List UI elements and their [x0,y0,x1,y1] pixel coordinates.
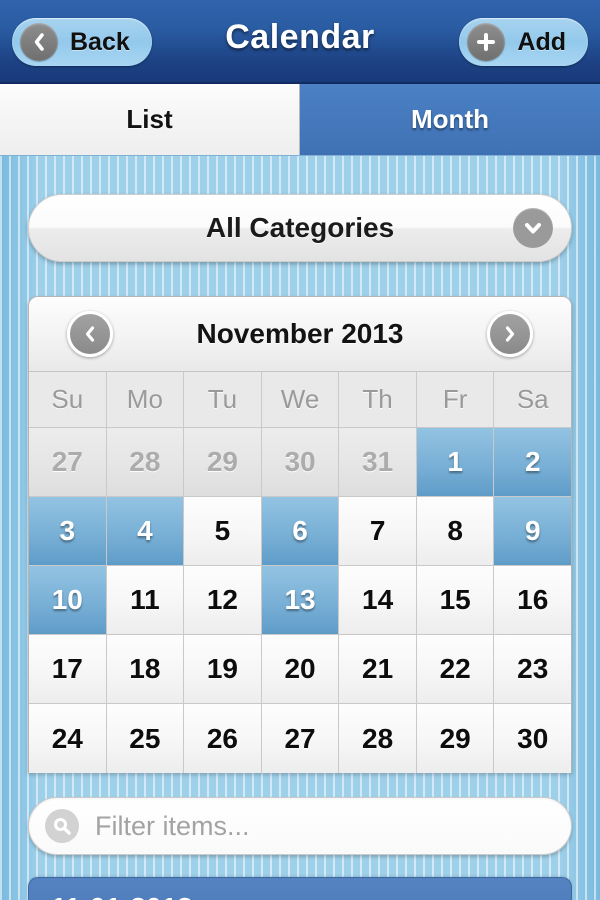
title-bar: Back Calendar Add [0,0,600,84]
calendar-day-cell[interactable]: 20 [261,635,340,704]
calendar-week-row: 27 28 29 30 31 1 2 [29,428,571,497]
tab-month-label: Month [411,104,489,134]
calendar-day-cell[interactable]: 26 [184,704,262,773]
calendar-day-cell[interactable]: 6 [261,497,340,566]
calendar-month-header: November 2013 [29,297,571,372]
calendar-day-cell[interactable]: 24 [29,704,107,773]
calendar-day-cell[interactable]: 13 [261,566,340,635]
calendar-day-cell[interactable]: 14 [339,566,417,635]
add-button-label: Add [517,27,566,56]
filter-input-placeholder: Filter items... [95,810,250,841]
calendar-day-cell[interactable]: 30 [494,704,571,773]
weekday-su: Su [29,372,107,428]
calendar-day-cell[interactable]: 27 [261,704,340,773]
calendar-week-row: 3456789 [29,497,571,566]
weekday-mo: Mo [106,372,185,428]
calendar-day-cell[interactable]: 30 [261,428,340,497]
calendar-month-label: November 2013 [196,318,404,349]
add-button[interactable]: Add [459,18,588,66]
calendar-day-cell[interactable]: 28 [106,428,185,497]
weekday-fr: Fr [416,372,495,428]
tab-month[interactable]: Month [300,84,600,155]
calendar-day-cell[interactable]: 5 [184,497,262,566]
weekday-header-row: Su Mo Tu We Th Fr Sa [29,372,571,428]
calendar-week-row: 24 25 26 27 28 29 30 [29,704,571,773]
calendar-day-cell[interactable]: 2 [494,428,571,497]
list-section-date: 11-01-2013 [51,892,193,900]
calendar-day-cell[interactable]: 12 [184,566,262,635]
tab-list-label: List [126,104,173,134]
list-section-header[interactable]: 11-01-2013 [28,877,572,900]
weekday-tu: Tu [184,372,262,428]
calendar-day-cell[interactable]: 8 [416,497,495,566]
calendar-day-cell[interactable]: 17 [29,635,107,704]
prev-month-button[interactable] [67,311,113,357]
tab-list[interactable]: List [0,84,300,155]
calendar-day-cell[interactable]: 22 [416,635,495,704]
calendar-day-cell[interactable]: 23 [494,635,571,704]
calendar-day-cell[interactable]: 21 [339,635,417,704]
calendar-day-cell[interactable]: 29 [184,428,262,497]
calendar-day-cell[interactable]: 15 [416,566,495,635]
calendar-day-cell[interactable]: 1 [416,428,495,497]
calendar-day-cell[interactable]: 25 [106,704,185,773]
calendar-day-cell[interactable]: 28 [339,704,417,773]
calendar-day-cell[interactable]: 31 [339,428,417,497]
calendar-day-cell[interactable]: 18 [106,635,185,704]
calendar-day-cell[interactable]: 9 [494,497,571,566]
filter-input[interactable]: Filter items... [28,797,572,855]
calendar-day-cell[interactable]: 10 [29,566,107,635]
calendar-week-row: 17 18 19 20 21 22 23 [29,635,571,704]
calendar-day-cell[interactable]: 29 [416,704,495,773]
plus-icon [467,23,506,61]
category-dropdown[interactable]: All Categories [28,194,572,262]
next-month-button[interactable] [487,311,533,357]
calendar-day-cell[interactable]: 27 [29,428,107,497]
calendar-day-cell[interactable]: 7 [339,497,417,566]
chevron-down-icon[interactable] [513,208,553,248]
view-tab-bar: List Month [0,84,600,156]
calendar-panel: November 2013 Su Mo Tu We Th Fr Sa 27 28 2… [28,296,572,773]
calendar-day-cell[interactable]: 3 [29,497,107,566]
calendar-day-cell[interactable]: 11 [106,566,185,635]
app-screen: Back Calendar Add List Month All Categor… [0,0,600,900]
weekday-sa: Sa [494,372,571,428]
calendar-day-cell[interactable]: 16 [494,566,571,635]
search-icon [45,809,79,843]
weekday-th: Th [339,372,417,428]
calendar-day-cell[interactable]: 4 [106,497,185,566]
calendar-weeks: 27 28 29 30 31 1 2 3 4 5 6 7 8 9 10 11 12 13 14 15 16 17 18 19 2… [29,428,571,773]
calendar-week-row: 10 11 12 13 14 15 16 [29,566,571,635]
category-dropdown-label: All Categories [205,212,395,243]
calendar-day-cell[interactable]: 19 [184,635,262,704]
weekday-we: We [261,372,340,428]
content-area: All Categories November 2013 Su Mo Tu We… [0,194,600,900]
